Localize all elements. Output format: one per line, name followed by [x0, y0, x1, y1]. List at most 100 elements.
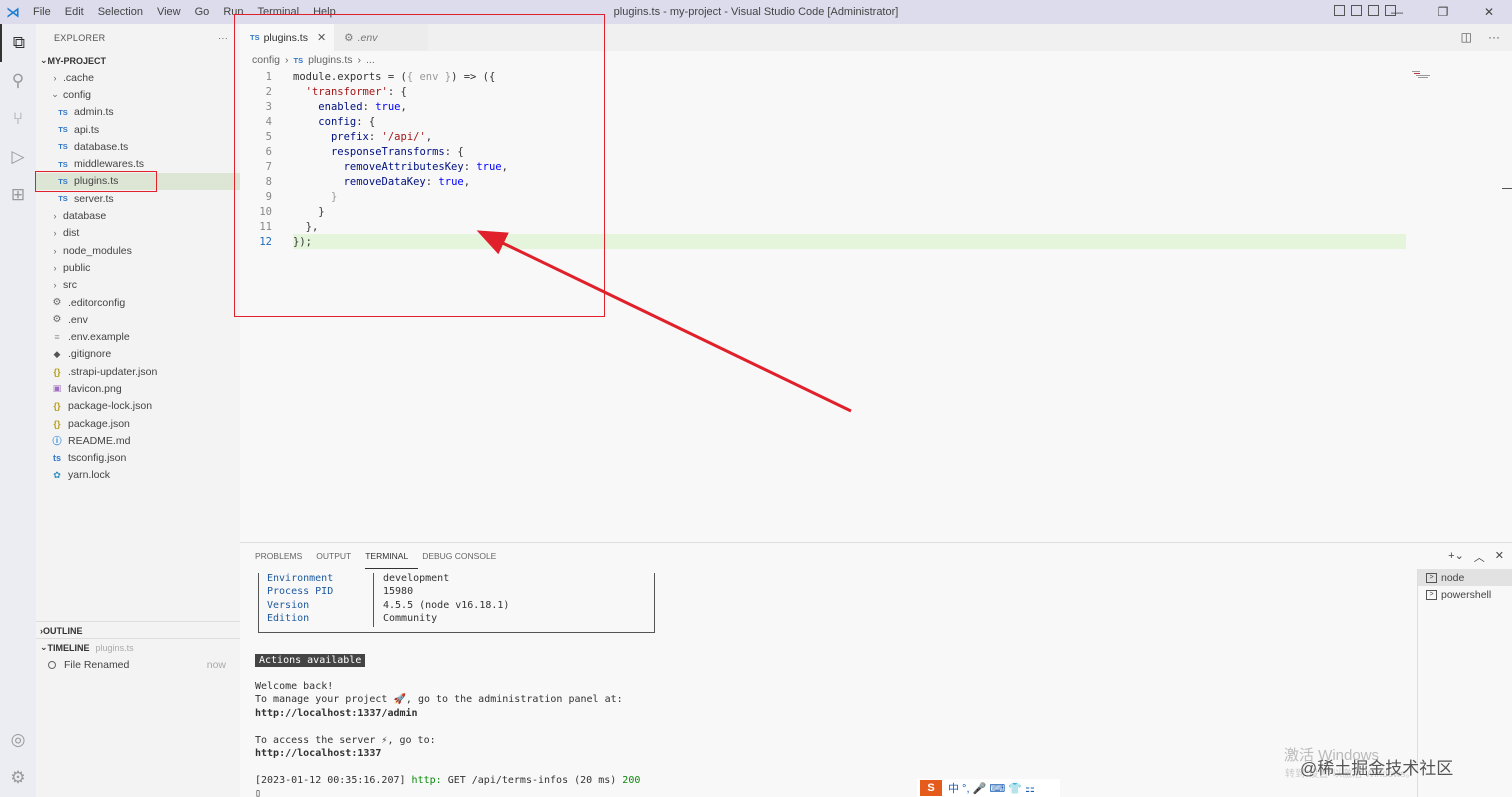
tree-file[interactable]: ts tsconfig.json — [36, 450, 240, 467]
tab-debug-console[interactable]: DEBUG CONSOLE — [422, 543, 506, 569]
ts-file-icon: TS — [58, 159, 68, 169]
cursor-line[interactable]: ▯ — [255, 788, 640, 797]
tree-folder[interactable]: › public — [36, 259, 240, 276]
minimap[interactable] — [1412, 70, 1440, 80]
toggle-panel-icon[interactable] — [1351, 5, 1362, 16]
tree-file[interactable]: ⚙ .env — [36, 311, 240, 328]
tab-plugins-ts[interactable]: TS plugins.ts ✕ — [240, 24, 335, 51]
source-control-icon[interactable]: ⑂ — [0, 100, 36, 138]
tree-item-label: favicon.png — [68, 382, 122, 395]
close-panel-icon[interactable]: ✕ — [1495, 549, 1504, 565]
outline-section[interactable]: › OUTLINE — [36, 621, 240, 639]
table-key: Process PID — [259, 586, 374, 600]
tree-folder[interactable]: › dist — [36, 225, 240, 242]
menu-help[interactable]: Help — [306, 0, 343, 24]
tree-file[interactable]: TS server.ts — [36, 190, 240, 207]
tree-item-label: dist — [63, 227, 80, 240]
tab-output[interactable]: OUTPUT — [316, 543, 361, 569]
project-section[interactable]: ⌄ MY-PROJECT — [36, 52, 240, 69]
minimize-button[interactable]: — — [1374, 0, 1420, 24]
code-line: 5 prefix: '/api/', — [240, 129, 1512, 144]
menu-go[interactable]: Go — [188, 0, 217, 24]
tree-file[interactable]: {} package.json — [36, 415, 240, 432]
info-file-icon: ⓘ — [52, 436, 62, 447]
admin-url-link[interactable]: http://localhost:1337/admin — [255, 708, 640, 721]
menu-file[interactable]: File — [26, 0, 58, 24]
tree-file[interactable]: TS database.ts — [36, 138, 240, 155]
terminal-item-node[interactable]: > node — [1418, 569, 1512, 586]
explorer-icon[interactable]: ⧉ — [0, 24, 36, 62]
extensions-icon[interactable]: ⊞ — [0, 176, 36, 214]
title-bar: ⋊ File Edit Selection View Go Run Termin… — [0, 0, 1512, 24]
menu-selection[interactable]: Selection — [91, 0, 150, 24]
explorer-sidebar: EXPLORER ··· ⌄ MY-PROJECT › .cache ⌄ config… — [36, 24, 240, 797]
more-actions-icon[interactable]: ··· — [218, 33, 228, 43]
close-window-button[interactable]: ✕ — [1466, 0, 1512, 24]
tree-folder[interactable]: ⌄ config — [36, 86, 240, 103]
split-editor-icon[interactable]: ◫ — [1461, 30, 1472, 44]
run-debug-icon[interactable]: ▷ — [0, 138, 36, 176]
toggle-sidebar-icon[interactable] — [1334, 5, 1345, 16]
chevron-right-icon: › — [53, 280, 57, 291]
menu-view[interactable]: View — [150, 0, 188, 24]
tab-terminal[interactable]: TERMINAL — [365, 543, 419, 569]
tree-file[interactable]: {} .strapi-updater.json — [36, 363, 240, 380]
tree-file[interactable]: TS admin.ts — [36, 104, 240, 121]
server-url-link[interactable]: http://localhost:1337 — [255, 748, 640, 761]
tree-file[interactable]: ≡ .env.example — [36, 328, 240, 345]
window-controls: — ❐ ✕ — [1374, 0, 1512, 24]
tree-folder[interactable]: › database — [36, 207, 240, 224]
menu-run[interactable]: Run — [216, 0, 250, 24]
close-icon[interactable]: ✕ — [317, 31, 326, 44]
chevron-down-icon: ⌄ — [51, 89, 59, 100]
menu-terminal[interactable]: Terminal — [251, 0, 307, 24]
tree-file[interactable]: ⓘ README.md — [36, 432, 240, 449]
tree-file[interactable]: TS middlewares.ts — [36, 155, 240, 172]
tree-file[interactable]: ⚙ .editorconfig — [36, 294, 240, 311]
code-line: 10 } — [240, 204, 1512, 219]
breadcrumb-more[interactable]: ... — [366, 54, 375, 66]
more-actions-icon[interactable]: ··· — [1488, 30, 1500, 44]
timeline-item[interactable]: File Renamed now — [36, 656, 240, 673]
tree-file[interactable]: ◆ .gitignore — [36, 346, 240, 363]
explorer-title: EXPLORER — [54, 33, 106, 43]
tree-file[interactable]: ✿ yarn.lock — [36, 467, 240, 484]
panel-actions: +⌄ ︿ ✕ — [1448, 549, 1504, 565]
tree-file[interactable]: TS api.ts — [36, 121, 240, 138]
tree-file[interactable]: TS plugins.ts — [36, 172, 240, 191]
terminal-item-powershell[interactable]: > powershell — [1418, 586, 1512, 603]
tree-file[interactable]: {} package-lock.json — [36, 398, 240, 415]
tree-folder[interactable]: › .cache — [36, 69, 240, 86]
code-line-current: 12}); — [240, 234, 1512, 249]
timeline-section[interactable]: ⌄ TIMELINE plugins.ts File Renamed now — [36, 638, 240, 673]
tree-item-label: admin.ts — [74, 106, 114, 119]
typescript-file-icon: TS — [293, 55, 304, 65]
table-value: development — [383, 573, 450, 584]
search-icon[interactable]: ⚲ — [0, 62, 36, 100]
breadcrumb-file[interactable]: plugins.ts — [308, 54, 352, 66]
new-terminal-icon[interactable]: +⌄ — [1448, 549, 1464, 565]
tree-file[interactable]: ▣ favicon.png — [36, 380, 240, 397]
log-protocol: http: — [411, 774, 442, 786]
maximize-panel-icon[interactable]: ︿ — [1474, 549, 1485, 565]
accounts-icon[interactable]: ◎ — [0, 721, 36, 759]
tab-problems[interactable]: PROBLEMS — [255, 543, 312, 569]
editor-area: TS plugins.ts ✕ ⚙ .env ◫ ··· config › TS… — [240, 24, 1512, 542]
code-view[interactable]: 1 module.exports = ({ env }) => ({ 2 'tra… — [240, 69, 1512, 249]
code-line: 3 enabled: true, — [240, 99, 1512, 114]
tab-env[interactable]: ⚙ .env — [334, 24, 429, 51]
ime-toolbar[interactable]: S 中 °, 🎤 ⌨ 👕 ⚏ — [917, 779, 1060, 797]
tree-item-label: .strapi-updater.json — [68, 365, 158, 378]
restore-button[interactable]: ❐ — [1420, 0, 1466, 24]
access-line: To access the server ⚡, go to: — [255, 734, 436, 746]
panel-tabs: PROBLEMS OUTPUT TERMINAL DEBUG CONSOLE — [240, 543, 1512, 569]
terminal-name: node — [1441, 571, 1465, 584]
tree-folder[interactable]: › node_modules — [36, 242, 240, 259]
line-number: 3 — [265, 100, 272, 113]
ts-file-icon: TS — [58, 125, 68, 135]
log-status: 200 — [622, 774, 641, 786]
menu-edit[interactable]: Edit — [58, 0, 91, 24]
breadcrumb-folder[interactable]: config — [252, 54, 280, 66]
manage-gear-icon[interactable]: ⚙ — [0, 759, 36, 797]
tree-folder[interactable]: › src — [36, 277, 240, 294]
